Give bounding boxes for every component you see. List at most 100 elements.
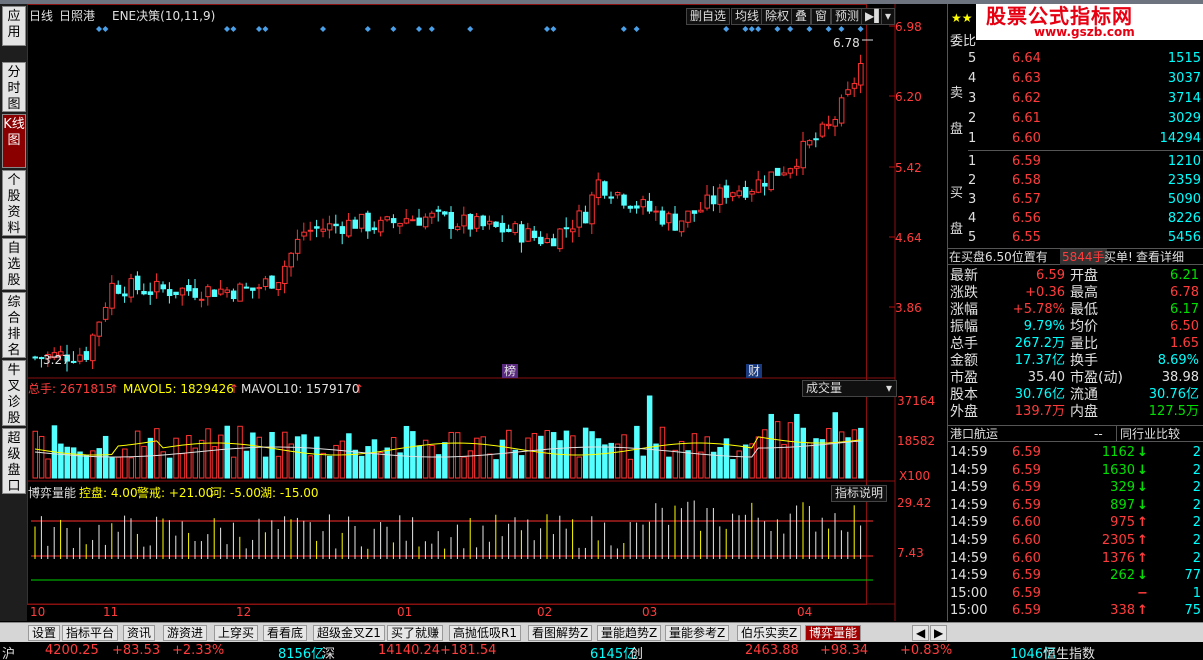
sector-name[interactable]: 港口航运 — [950, 426, 998, 442]
volume-bar — [461, 456, 467, 479]
indicator-tick-2: 7.43 — [897, 546, 924, 560]
nav-kline[interactable]: K线图 — [2, 114, 26, 168]
menu-chevron-icon[interactable]: ▾ — [881, 8, 896, 25]
bottom-tab-11[interactable]: 量能参考Z — [665, 625, 730, 641]
volume-bar — [595, 438, 602, 479]
bottom-tab-4[interactable]: 上穿买 — [214, 625, 259, 641]
bottom-tab-5[interactable]: 看看底 — [263, 625, 308, 641]
candle-body — [422, 216, 429, 228]
ex-rights-button[interactable]: 除权 — [761, 8, 794, 25]
view-detail-link[interactable]: 查看详细 — [1136, 249, 1184, 265]
signal-diamond-icon — [416, 26, 422, 32]
date-tick-mar: 03 — [642, 605, 658, 619]
sell-price[interactable]: 6.64 — [1012, 51, 1041, 67]
overlay-button[interactable]: 叠 — [791, 8, 812, 25]
bottom-tab-3[interactable]: 游资进 — [163, 625, 208, 641]
volume-bar — [858, 427, 864, 479]
period-label: 日线 — [29, 9, 54, 23]
bottom-tab-7[interactable]: 买了就赚 — [387, 625, 444, 641]
price-tick-1: 6.98 — [895, 20, 922, 34]
price-tick-5: 3.86 — [895, 301, 922, 315]
nav-intraday[interactable]: 分时图 — [2, 62, 26, 112]
window-button[interactable]: 窗 — [811, 8, 832, 25]
bottom-tab-9[interactable]: 看图解势Z — [528, 625, 593, 641]
volume-bar — [403, 425, 410, 479]
up-arrow-icon: ↑ — [1137, 515, 1148, 531]
ma-button[interactable]: 均线 — [731, 8, 764, 25]
bottom-tab-10[interactable]: 量能趋势Z — [597, 625, 662, 641]
candle-body — [710, 195, 717, 205]
finance-marker[interactable]: 财 — [746, 364, 763, 378]
nav-diagnosis[interactable]: 牛叉诊股 — [2, 360, 26, 426]
volume-bar — [646, 395, 653, 479]
volume-bar — [339, 440, 346, 479]
index-status-bar: 沪 4200.25 +83.53 +2.33% 8156亿深 14140.24 +181.5… — [0, 642, 1203, 660]
bottom-tab-8[interactable]: 高抛低吸R1 — [449, 625, 521, 641]
volume-bar — [326, 455, 333, 479]
sell-price[interactable]: 6.60 — [1012, 131, 1041, 147]
volume-bar — [250, 432, 256, 479]
volume-bar — [467, 450, 474, 479]
mavol10-arrow-icon: ↑ — [354, 382, 365, 396]
nav-apps[interactable]: 应用 — [2, 6, 26, 46]
indicator-help-button[interactable]: 指标说明 — [831, 485, 888, 502]
remove-watchlist-button[interactable]: 删自选 — [686, 8, 731, 25]
candle-body — [691, 210, 698, 214]
buy-price[interactable]: 6.58 — [1012, 173, 1041, 189]
nav-ranking[interactable]: 综合排名 — [2, 292, 26, 358]
sector-separator: -- — [1094, 427, 1103, 441]
volume-bar — [141, 445, 147, 479]
sell-price[interactable]: 6.62 — [1012, 91, 1041, 107]
sell-side-label: 卖盘 — [950, 86, 964, 137]
forecast-button[interactable]: 预测 — [831, 8, 864, 25]
bottom-tab-12[interactable]: 伯乐实卖Z — [737, 625, 802, 641]
tick-time: 15:00 — [950, 603, 988, 619]
bottom-tab-6[interactable]: 超级金叉Z1 — [313, 625, 385, 641]
scroll-right-icon[interactable]: ▶ — [930, 625, 948, 641]
watermark-logo: 股票公式指标网 www.gszb.com — [976, 4, 1203, 40]
sell-price[interactable]: 6.63 — [1012, 71, 1041, 87]
tick-count: 2 — [1192, 515, 1201, 531]
candle-body — [371, 227, 378, 231]
volume-bar — [230, 456, 237, 479]
volume-bar — [832, 412, 838, 479]
volume-indicator-dropdown[interactable]: 成交量 ▾ — [802, 380, 897, 397]
bottom-tab-0[interactable]: 设置 — [28, 625, 61, 641]
candle-body — [717, 187, 723, 205]
volume-bar — [826, 428, 832, 479]
down-arrow-icon: ↓ — [1137, 445, 1148, 460]
signal-diamond-icon — [320, 26, 326, 32]
bottom-tab-1[interactable]: 指标平台 — [62, 625, 119, 641]
nav-superpanel[interactable]: 超级盘口 — [2, 428, 26, 494]
buy-price[interactable]: 6.55 — [1012, 230, 1041, 246]
list-marker[interactable]: 榜 — [502, 364, 519, 378]
volume-bar — [429, 444, 435, 479]
buy-price[interactable]: 6.57 — [1012, 192, 1041, 208]
candle-body — [269, 275, 275, 289]
mavol5-arrow-icon: ↑ — [229, 382, 240, 396]
candle-body — [390, 218, 397, 224]
candle-body — [224, 289, 230, 293]
signal-diamond-icon — [467, 26, 474, 32]
buy-price[interactable]: 6.56 — [1012, 211, 1041, 227]
date-tick-feb: 02 — [537, 605, 553, 619]
scroll-left-icon[interactable]: ◀ — [912, 625, 930, 641]
volume-unit: X100 — [899, 469, 931, 483]
volume-bar — [410, 431, 416, 479]
volume-bar — [454, 432, 461, 479]
nav-profile[interactable]: 个股资料 — [2, 170, 26, 236]
volume-bar — [576, 456, 582, 479]
candle-body — [582, 211, 589, 224]
industry-compare-button[interactable]: 同行业比较 — [1116, 426, 1180, 442]
buy-price[interactable]: 6.59 — [1012, 154, 1041, 170]
sell-price[interactable]: 6.61 — [1012, 111, 1041, 127]
volume-bar — [608, 442, 614, 479]
chart-area[interactable]: 日线 日照港 ENE决策(10,11,9) 删自选 均线 除权 叠 窗 预测 ▶… — [27, 4, 947, 621]
left-nav: 应用 分时图 K线图 个股资料 自选股 综合排名 牛叉诊股 超级盘口 — [0, 4, 27, 621]
stat-label: 开盘 — [1070, 268, 1098, 284]
volume-bar — [314, 436, 320, 479]
up-arrow-icon: ↑ — [1137, 603, 1148, 619]
bottom-tab-13[interactable]: 博弈量能 — [805, 625, 862, 641]
nav-watchlist[interactable]: 自选股 — [2, 238, 26, 290]
bottom-tab-2[interactable]: 资讯 — [123, 625, 156, 641]
